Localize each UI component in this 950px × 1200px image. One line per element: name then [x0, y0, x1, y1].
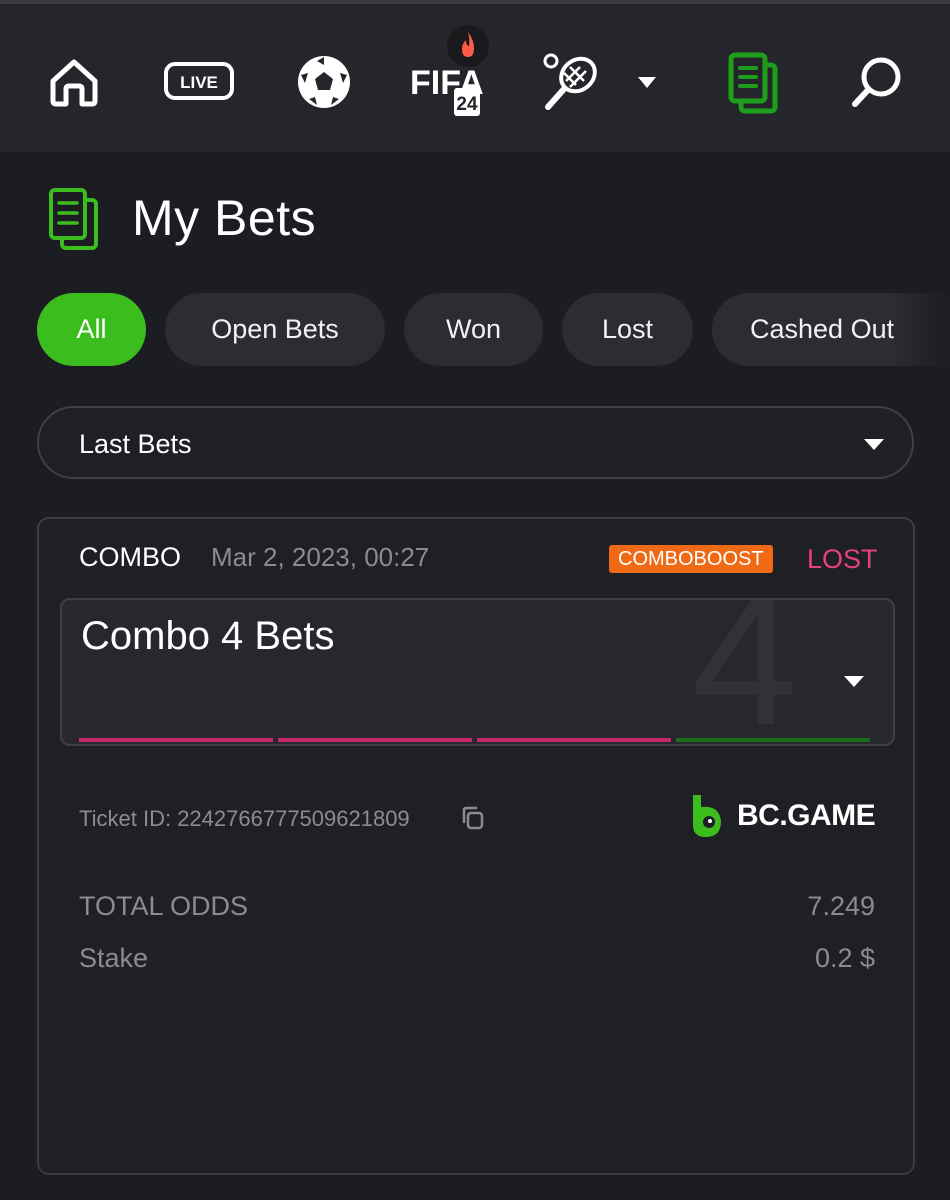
copy-icon[interactable]	[459, 804, 489, 834]
fifa-icon[interactable]: FIFA 24	[408, 24, 492, 120]
leg-result-bar	[477, 738, 671, 742]
total-odds-label: TOTAL ODDS	[79, 891, 249, 921]
fifa-version: 24	[456, 94, 478, 115]
combo-summary-toggle[interactable]: 4 Combo 4 Bets	[60, 598, 895, 746]
leg-result-bar	[676, 738, 870, 742]
search-icon[interactable]	[848, 54, 906, 110]
bc-game-logo: BC.GAME	[689, 793, 876, 839]
chevron-down-icon	[864, 439, 884, 450]
ticket-id-text: Ticket ID: 2242766777509621809	[79, 806, 410, 831]
stake-value: 0.2 $	[814, 943, 875, 973]
comboboost-badge: COMBOBOOST	[609, 545, 773, 573]
bet-type: COMBO	[79, 542, 182, 572]
select-value: Last Bets	[79, 429, 192, 459]
bet-date: Mar 2, 2023, 00:27	[211, 542, 430, 572]
tennis-racket-icon[interactable]	[542, 50, 602, 114]
filter-chip-all[interactable]: All	[37, 293, 146, 366]
combo-title: Combo 4 Bets	[81, 614, 335, 658]
bet-status: LOST	[807, 544, 878, 574]
top-nav-bar: LIVE FIFA 24	[0, 0, 950, 152]
home-icon[interactable]	[44, 54, 104, 110]
leg-result-bar	[278, 738, 472, 742]
page-title: My Bets	[132, 190, 317, 246]
stake-label: Stake	[79, 943, 149, 973]
my-bets-icon[interactable]	[724, 50, 784, 116]
chevron-down-icon[interactable]	[634, 70, 660, 94]
chevron-down-icon	[844, 676, 864, 687]
bet-card: COMBO Mar 2, 2023, 00:27 COMBOBOOST LOST…	[37, 517, 915, 1175]
filter-chip-lost[interactable]: Lost	[562, 293, 693, 366]
filter-chip-cashed-out[interactable]: Cashed Out	[712, 293, 950, 366]
leg-result-bar	[79, 738, 273, 742]
bets-period-select[interactable]: Last Bets	[37, 406, 914, 479]
soccer-ball-icon[interactable]	[294, 52, 354, 112]
total-odds-value: 7.249	[807, 891, 875, 921]
page-header-icon-wrap	[46, 186, 104, 252]
live-label: LIVE	[180, 73, 218, 92]
my-bets-icon	[49, 188, 98, 250]
live-icon[interactable]: LIVE	[163, 60, 235, 102]
combo-count-watermark: 4	[692, 598, 798, 746]
bc-game-logo-icon	[693, 795, 721, 837]
filter-chip-open-bets[interactable]: Open Bets	[165, 293, 385, 366]
brand-name: BC.GAME	[737, 799, 876, 832]
ticket-id: Ticket ID: 2242766777509621809	[79, 806, 410, 832]
filter-chip-won[interactable]: Won	[404, 293, 543, 366]
